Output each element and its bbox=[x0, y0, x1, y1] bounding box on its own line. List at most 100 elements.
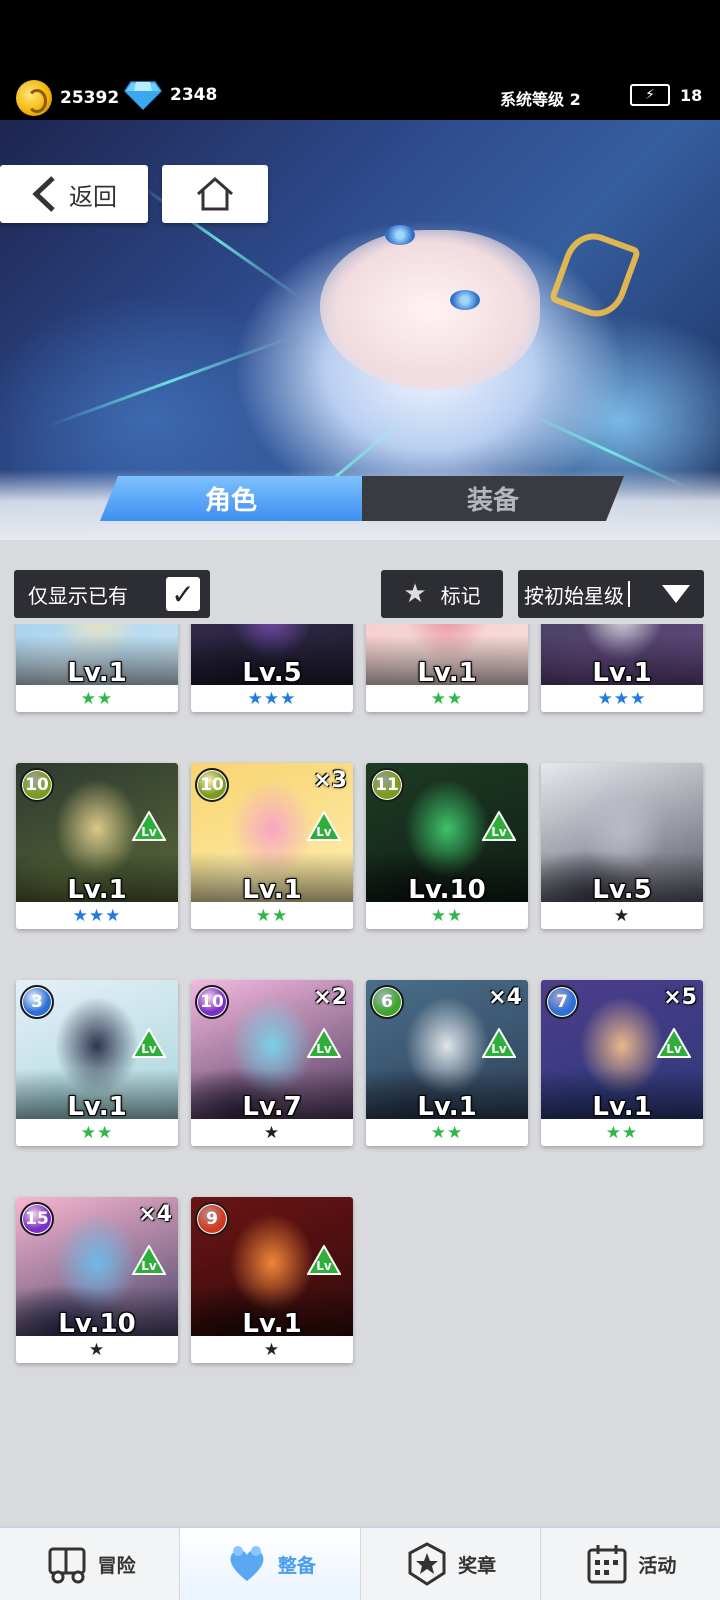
coin-counter: 25392 bbox=[16, 80, 119, 116]
level-up-icon: Lv bbox=[132, 1245, 166, 1275]
bottom-navigation: 冒险 整备 奖章 活动 bbox=[0, 1526, 720, 1600]
character-card[interactable]: 10 Lv ×3 Lv.1 ★★ bbox=[191, 763, 353, 929]
character-card[interactable]: Lv.5 ★★★ bbox=[191, 624, 353, 712]
duplicate-count: ×4 bbox=[488, 985, 522, 1010]
rank-badge: 7 bbox=[545, 985, 579, 1019]
character-level: Lv.5 bbox=[242, 658, 302, 688]
svg-text:Lv: Lv bbox=[141, 1042, 157, 1056]
svg-text:Lv: Lv bbox=[491, 825, 507, 839]
character-card[interactable]: 10 Lv ×2 Lv.7 ★ bbox=[191, 980, 353, 1146]
character-level: Lv.1 bbox=[592, 658, 652, 688]
character-card[interactable]: Lv.1 ★★ bbox=[16, 624, 178, 712]
character-card[interactable]: 10 Lv Lv.1 ★★★ bbox=[16, 763, 178, 929]
gem-amount: 2348 bbox=[170, 85, 218, 105]
duplicate-count: ×4 bbox=[138, 1202, 172, 1227]
star-rating: ★★★ bbox=[16, 902, 178, 929]
level-up-icon: Lv bbox=[132, 811, 166, 841]
character-card[interactable]: 7 Lv ×5 Lv.1 ★★ bbox=[541, 980, 703, 1146]
back-label: 返回 bbox=[69, 182, 117, 211]
character-card[interactable]: 6 Lv ×4 Lv.1 ★★ bbox=[366, 980, 528, 1146]
tab-equipment[interactable]: 装备 bbox=[362, 476, 624, 521]
duplicate-count: ×3 bbox=[313, 768, 347, 793]
nav-events-label: 活动 bbox=[638, 1554, 677, 1577]
character-card[interactable]: Lv.5 ★ bbox=[541, 763, 703, 929]
tab-role[interactable]: 角色 bbox=[100, 476, 362, 521]
medal-icon bbox=[408, 1542, 446, 1586]
level-up-icon: Lv bbox=[482, 1028, 516, 1058]
character-card[interactable]: Lv.1 ★★★ bbox=[541, 624, 703, 712]
character-level: Lv.1 bbox=[67, 1092, 127, 1122]
battery-bolt-icon: ⚡ bbox=[630, 84, 670, 106]
star-rating: ★★ bbox=[16, 1119, 178, 1146]
energy-amount: 18 bbox=[680, 85, 703, 105]
caret-down-icon bbox=[662, 585, 690, 603]
svg-text:Lv: Lv bbox=[666, 1042, 682, 1056]
character-level: Lv.1 bbox=[417, 1092, 477, 1122]
nav-preparation-label: 整备 bbox=[277, 1554, 316, 1577]
character-card[interactable]: 9 Lv Lv.1 ★ bbox=[191, 1197, 353, 1363]
star-rating: ★ bbox=[191, 1336, 353, 1363]
gem-counter: 2348 bbox=[124, 80, 217, 110]
character-level: Lv.10 bbox=[408, 875, 486, 905]
svg-text:Lv: Lv bbox=[141, 1259, 157, 1273]
show-owned-filter[interactable]: 仅显示已有 ✓ bbox=[14, 570, 210, 618]
star-rating: ★★★ bbox=[191, 685, 353, 712]
mark-filter-button[interactable]: ★ 标记 bbox=[381, 570, 503, 618]
character-card[interactable]: Lv.1 ★★ bbox=[366, 624, 528, 712]
nav-adventure-label: 冒险 bbox=[97, 1554, 136, 1577]
coin-icon bbox=[16, 80, 52, 116]
character-level: Lv.10 bbox=[58, 1309, 136, 1339]
star-rating: ★ bbox=[16, 1336, 178, 1363]
svg-text:Lv: Lv bbox=[316, 1042, 332, 1056]
character-card[interactable]: 11 Lv Lv.10 ★★ bbox=[366, 763, 528, 929]
rank-badge: 10 bbox=[195, 985, 229, 1019]
level-up-icon: Lv bbox=[307, 811, 341, 841]
rank-badge: 6 bbox=[370, 985, 404, 1019]
character-level: Lv.1 bbox=[67, 875, 127, 905]
rank-badge: 10 bbox=[195, 768, 229, 802]
character-level: Lv.1 bbox=[242, 1309, 302, 1339]
nav-preparation[interactable]: 整备 bbox=[180, 1528, 361, 1600]
star-rating: ★★ bbox=[541, 1119, 703, 1146]
show-owned-checkbox[interactable]: ✓ bbox=[166, 577, 200, 611]
star-rating: ★★ bbox=[366, 1119, 528, 1146]
character-card[interactable]: 3 Lv Lv.1 ★★ bbox=[16, 980, 178, 1146]
system-level: 系统等级 2 bbox=[500, 90, 581, 109]
svg-text:Lv: Lv bbox=[491, 1042, 507, 1056]
star-rating: ★ bbox=[191, 1119, 353, 1146]
rank-badge: 9 bbox=[195, 1202, 229, 1236]
svg-text:Lv: Lv bbox=[316, 825, 332, 839]
character-card[interactable]: 15 Lv ×4 Lv.10 ★ bbox=[16, 1197, 178, 1363]
coin-amount: 25392 bbox=[60, 88, 120, 108]
home-icon bbox=[197, 176, 233, 211]
sort-dropdown[interactable]: 按初始星级 bbox=[518, 570, 704, 618]
character-level: Lv.1 bbox=[417, 658, 477, 688]
level-up-icon: Lv bbox=[132, 1028, 166, 1058]
star-rating: ★★ bbox=[366, 902, 528, 929]
energy-counter: ⚡ 18 bbox=[630, 84, 702, 106]
mark-label: 标记 bbox=[440, 583, 481, 608]
nav-adventure[interactable]: 冒险 bbox=[0, 1528, 181, 1600]
star-rating: ★★★ bbox=[541, 685, 703, 712]
nav-medals[interactable]: 奖章 bbox=[361, 1528, 541, 1600]
nav-events[interactable]: 活动 bbox=[541, 1528, 720, 1600]
calendar-icon bbox=[587, 1545, 627, 1584]
level-up-icon: Lv bbox=[307, 1245, 341, 1275]
nav-medals-label: 奖章 bbox=[458, 1554, 497, 1577]
heart-team-icon bbox=[230, 1546, 264, 1581]
home-button[interactable] bbox=[162, 165, 268, 223]
show-owned-label: 仅显示已有 bbox=[28, 583, 128, 608]
diamond-icon bbox=[124, 81, 162, 110]
truck-icon bbox=[48, 1547, 86, 1584]
rank-badge: 11 bbox=[370, 768, 404, 802]
rank-badge: 3 bbox=[20, 985, 54, 1019]
duplicate-count: ×5 bbox=[663, 985, 697, 1010]
duplicate-count: ×2 bbox=[313, 985, 347, 1010]
sort-label: 按初始星级 bbox=[524, 583, 624, 608]
status-bar: 25392 2348 系统等级 2 ⚡ 18 bbox=[0, 0, 720, 130]
character-level: Lv.1 bbox=[242, 875, 302, 905]
chevron-left-icon bbox=[32, 176, 55, 212]
back-button[interactable]: 返回 bbox=[0, 165, 148, 223]
character-level: Lv.5 bbox=[592, 875, 652, 905]
star-rating: ★ bbox=[541, 902, 703, 929]
